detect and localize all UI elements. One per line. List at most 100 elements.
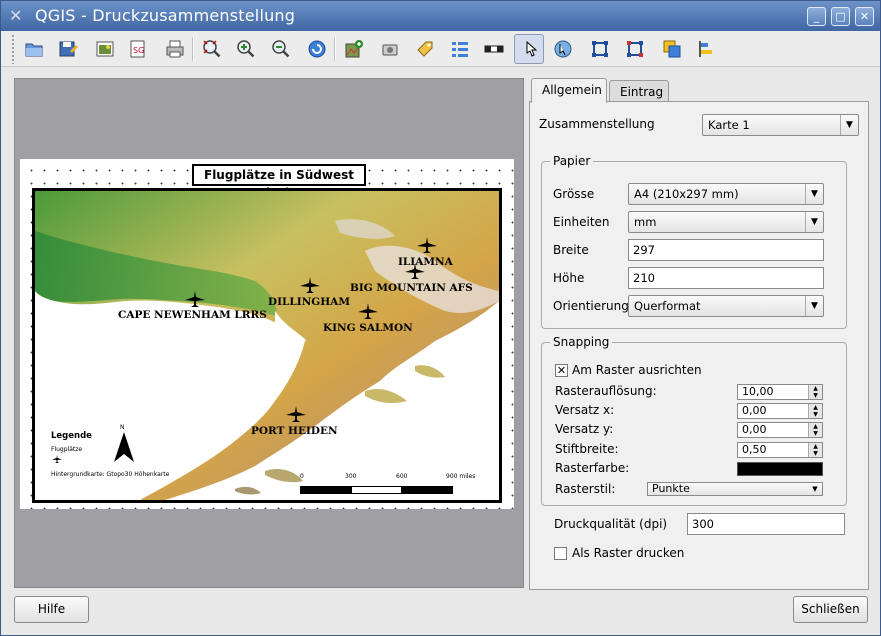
print-icon[interactable]: [160, 34, 190, 64]
north-label: N: [120, 424, 125, 431]
city-label: KING SALMON: [323, 322, 413, 334]
spin-updown-icon[interactable]: ▲ ▼: [808, 443, 822, 457]
grid-style-select[interactable]: Punkte ▼: [647, 482, 823, 496]
composition-value: Karte 1: [708, 118, 750, 132]
snap-checkbox[interactable]: ✕: [555, 364, 568, 377]
offset-y-spinbox[interactable]: 0,00 ▲ ▼: [737, 422, 823, 438]
svg-text:SG: SG: [133, 46, 144, 55]
zoom-in-icon[interactable]: [231, 34, 261, 64]
north-arrow: N: [112, 424, 136, 464]
group-icon[interactable]: [585, 34, 615, 64]
pen-width-value: 0,50: [742, 443, 767, 456]
save-template-icon[interactable]: [53, 34, 83, 64]
city-label: PORT HEIDEN: [251, 425, 338, 437]
scalebar-segment: [300, 486, 351, 494]
zoom-full-icon[interactable]: [197, 34, 227, 64]
map-title-label[interactable]: Flugplätze in Südwest Alaska: [192, 164, 366, 200]
align-icon[interactable]: [692, 34, 722, 64]
scalebar-label: 0: [300, 473, 304, 480]
close-button[interactable]: Schließen: [793, 596, 868, 623]
print-quality-label: Druckqualität (dpi): [554, 517, 668, 531]
units-select[interactable]: mm ▼: [628, 211, 824, 233]
north-arrow-icon: [114, 432, 134, 462]
tab-allgemein[interactable]: Allgemein: [531, 78, 607, 103]
offset-y-value: 0,00: [742, 423, 767, 436]
export-svg-icon[interactable]: SG: [123, 34, 153, 64]
chevron-down-icon: ▼: [805, 212, 823, 232]
grid-color-button[interactable]: [737, 462, 823, 476]
spin-updown-icon[interactable]: ▲ ▼: [808, 385, 822, 399]
height-label: Höhe: [553, 271, 585, 285]
snap-label: Am Raster ausrichten: [572, 363, 702, 377]
map-item[interactable]: ILIAMNA BIG MOUNTAIN AFS DILLINGHAM CAPE…: [32, 188, 502, 503]
window-title: QGIS - Druckzusammenstellung: [35, 6, 296, 25]
open-folder-icon[interactable]: [19, 34, 49, 64]
raise-lower-icon[interactable]: [657, 34, 687, 64]
pen-width-spinbox[interactable]: 0,50 ▲ ▼: [737, 442, 823, 458]
snapping-group-title: Snapping: [550, 335, 613, 349]
scalebar-label: 900 miles: [446, 473, 476, 480]
paper-page: Flugplätze in Südwest Alaska: [20, 159, 514, 509]
add-map-icon[interactable]: [339, 34, 369, 64]
toolbar-separator: [192, 37, 194, 61]
chevron-down-icon: ▼: [805, 184, 823, 204]
units-value: mm: [634, 215, 657, 229]
add-scalebar-icon[interactable]: [479, 34, 509, 64]
paper-group: Papier Grösse A4 (210x297 mm) ▼ Einheite…: [541, 154, 847, 329]
refresh-icon[interactable]: [302, 34, 332, 64]
add-label-icon[interactable]: [410, 34, 440, 64]
title-bar: ✕ QGIS - Druckzusammenstellung _ □ ✕: [1, 1, 880, 31]
minimize-button[interactable]: _: [807, 7, 826, 26]
move-content-icon[interactable]: [548, 34, 578, 64]
offset-x-spinbox[interactable]: 0,00 ▲ ▼: [737, 403, 823, 419]
legend-title: Legende: [51, 431, 92, 441]
item-properties-panel: Allgemein Eintrag Zusammenstellung Karte…: [529, 78, 869, 590]
airport-marker-icon: [286, 406, 306, 422]
orientation-select[interactable]: Querformat ▼: [628, 295, 824, 317]
zoom-out-icon[interactable]: [266, 34, 296, 64]
select-move-icon[interactable]: [514, 34, 544, 64]
size-value: A4 (210x297 mm): [634, 187, 739, 201]
orientation-label: Orientierung: [553, 299, 629, 313]
city-label: DILLINGHAM: [268, 296, 350, 308]
export-image-icon[interactable]: [90, 34, 120, 64]
scalebar-segment: [351, 486, 402, 494]
toolbar-grip[interactable]: [11, 34, 15, 64]
add-legend-icon[interactable]: [445, 34, 475, 64]
qgis-logo-icon: ✕: [9, 6, 23, 25]
resolution-label: Rasterauflösung:: [555, 384, 657, 398]
units-label: Einheiten: [553, 215, 610, 229]
airport-marker-icon: [185, 291, 205, 307]
airport-marker-icon: [300, 277, 320, 293]
width-field[interactable]: 297: [628, 239, 824, 261]
scalebar: 0 300 600 900 miles: [300, 473, 480, 500]
size-select[interactable]: A4 (210x297 mm) ▼: [628, 183, 824, 205]
offset-x-value: 0,00: [742, 404, 767, 417]
grid-color-label: Rasterfarbe:: [555, 461, 630, 475]
maximize-button[interactable]: □: [831, 7, 850, 26]
print-as-raster-checkbox[interactable]: [554, 547, 567, 560]
chevron-down-icon: ▼: [840, 115, 858, 135]
resolution-spinbox[interactable]: 10,00 ▲ ▼: [737, 384, 823, 400]
add-image-icon[interactable]: [375, 34, 405, 64]
print-quality-field[interactable]: 300: [687, 513, 845, 535]
spin-updown-icon[interactable]: ▲ ▼: [808, 423, 822, 437]
size-label: Grösse: [553, 187, 595, 201]
city-label: CAPE NEWENHAM LRRS: [118, 309, 267, 321]
ungroup-icon[interactable]: [620, 34, 650, 64]
composition-canvas[interactable]: Flugplätze in Südwest Alaska: [14, 78, 524, 588]
orientation-value: Querformat: [634, 299, 701, 313]
resolution-value: 10,00: [742, 385, 774, 398]
composition-select[interactable]: Karte 1 ▼: [702, 114, 859, 136]
paper-group-title: Papier: [550, 154, 594, 168]
offset-x-label: Versatz x:: [555, 403, 615, 417]
composition-label: Zusammenstellung: [539, 117, 655, 131]
legend-item-label: Flugplätze: [51, 446, 83, 453]
toolbar: SG: [1, 31, 880, 67]
close-window-button[interactable]: ✕: [855, 7, 874, 26]
height-field[interactable]: 210: [628, 267, 824, 289]
grid-style-value: Punkte: [652, 482, 690, 495]
spin-updown-icon[interactable]: ▲ ▼: [808, 404, 822, 418]
help-button[interactable]: Hilfe: [14, 596, 89, 623]
toolbar-separator: [334, 37, 336, 61]
